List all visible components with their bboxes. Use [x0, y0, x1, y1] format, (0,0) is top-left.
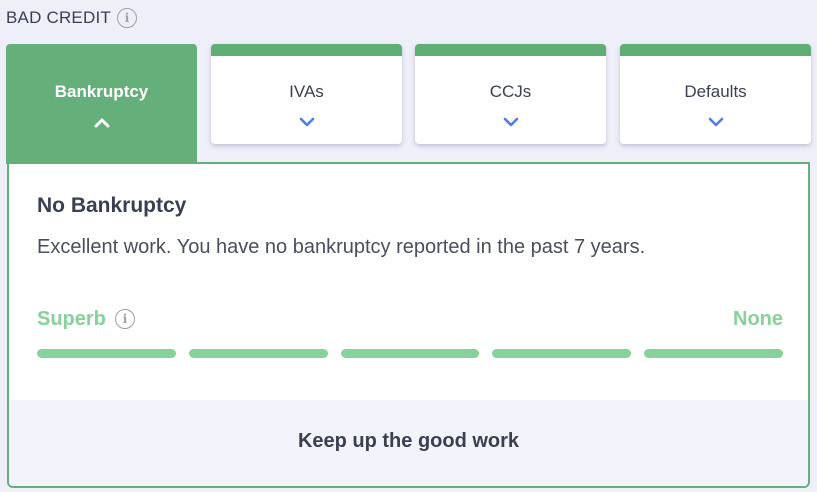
tab-defaults[interactable]: Defaults: [620, 44, 811, 144]
chevron-down-icon: [299, 117, 314, 127]
chevron-down-icon: [708, 117, 723, 127]
rating-segment: [644, 349, 783, 358]
tab-bankruptcy[interactable]: Bankruptcy: [6, 44, 197, 164]
rating-segment: [492, 349, 632, 358]
info-icon[interactable]: i: [115, 309, 135, 329]
tab-label: CCJs: [489, 82, 532, 101]
tab-ivas[interactable]: IVAs: [211, 44, 402, 144]
info-icon[interactable]: i: [116, 8, 137, 28]
rating-value: None: [733, 308, 783, 330]
chevron-down-icon: [503, 117, 518, 127]
tab-label: Bankruptcy: [54, 82, 149, 101]
chevron-up-icon: [94, 118, 109, 128]
panel-title: No Bankruptcy: [37, 194, 187, 217]
section-title: BAD CREDIT: [6, 8, 111, 27]
panel-footer: Keep up the good work: [9, 400, 808, 486]
section-header: BAD CREDIT i: [6, 8, 137, 28]
tab-label: Defaults: [684, 82, 747, 101]
rating-bar: [37, 349, 783, 358]
rating-row: Superb i None: [37, 306, 783, 336]
rating-label: Superb: [37, 308, 106, 330]
rating-segment: [340, 349, 480, 358]
tab-bar: Bankruptcy IVAs CCJs Defaults: [6, 44, 811, 164]
tab-panel: No Bankruptcy Excellent work. You have n…: [7, 162, 810, 488]
panel-description: Excellent work. You have no bankruptcy r…: [37, 236, 646, 258]
rating-segment: [37, 349, 176, 358]
rating-segment: [188, 349, 328, 358]
footer-message: Keep up the good work: [297, 430, 520, 452]
tab-label: IVAs: [289, 82, 324, 101]
tab-ccjs[interactable]: CCJs: [415, 44, 606, 144]
